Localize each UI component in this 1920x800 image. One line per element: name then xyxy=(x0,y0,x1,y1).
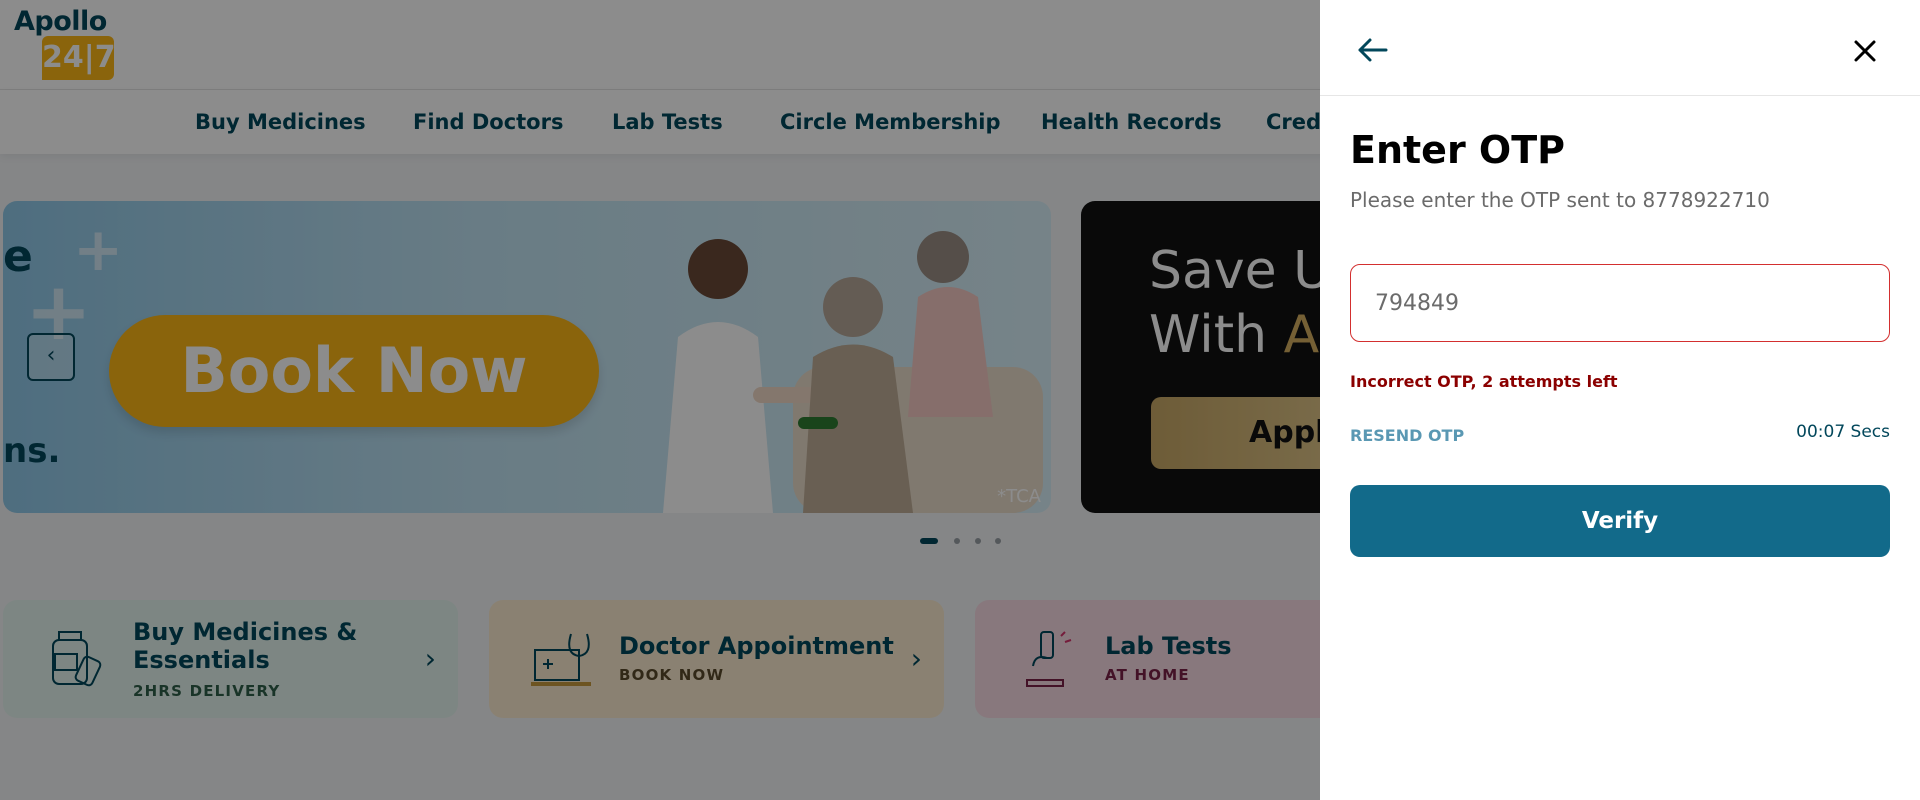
drawer-header xyxy=(1320,0,1920,96)
otp-title: Enter OTP xyxy=(1350,128,1565,172)
arrow-left-icon[interactable] xyxy=(1352,32,1392,72)
verify-button[interactable]: Verify xyxy=(1350,485,1890,557)
resend-timer: 00:07 Secs xyxy=(1796,422,1890,442)
otp-drawer: Enter OTP Please enter the OTP sent to 8… xyxy=(1320,0,1920,800)
otp-error-message: Incorrect OTP, 2 attempts left xyxy=(1350,372,1618,391)
modal-backdrop[interactable] xyxy=(0,0,1320,800)
otp-input[interactable] xyxy=(1350,264,1890,342)
otp-description: Please enter the OTP sent to 8778922710 xyxy=(1350,188,1770,212)
app-root: Apollo 24|7 Buy Medicines Find Doctors L… xyxy=(0,0,1920,800)
close-icon[interactable] xyxy=(1850,36,1880,66)
resend-otp-link[interactable]: RESEND OTP xyxy=(1350,426,1464,445)
